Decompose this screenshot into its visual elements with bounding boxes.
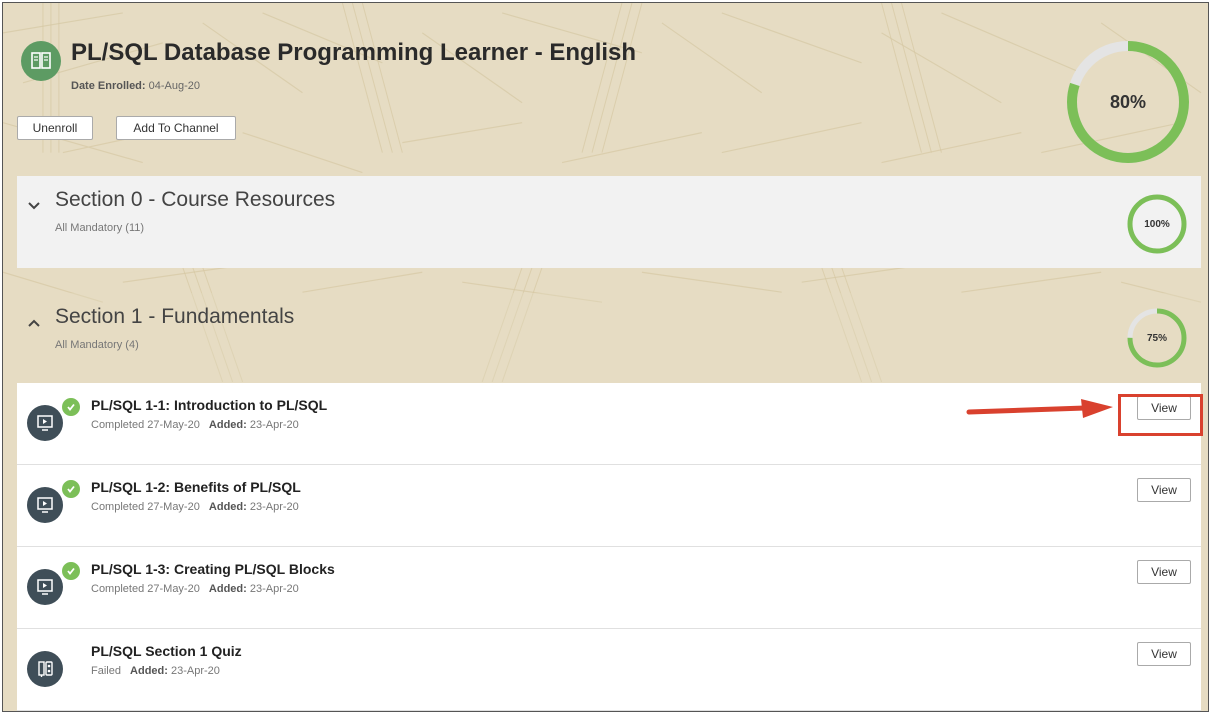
section-0-title: Section 0 - Course Resources [55, 188, 336, 211]
item-added-date: 23-Apr-20 [249, 501, 299, 513]
list-item: PL/SQL Section 1 Quiz Failed Added: 23-A… [17, 629, 1201, 711]
date-enrolled-label: Date Enrolled: [71, 80, 146, 92]
item-added-date: 23-Apr-20 [249, 419, 299, 431]
item-status: Completed 27-May-20 [91, 419, 200, 431]
annotation-arrow [966, 399, 1113, 418]
section-0-progress-label: 100% [1144, 218, 1170, 230]
view-button[interactable]: View [1137, 642, 1191, 666]
list-item: PL/SQL 1-2: Benefits of PL/SQL Completed… [17, 465, 1201, 547]
item-added-label: Added: [208, 583, 247, 595]
annotation-highlight-box [1118, 394, 1203, 436]
item-meta: Completed 27-May-20 Added: 23-Apr-20 [91, 501, 299, 513]
item-added-label: Added: [208, 501, 247, 513]
item-meta: Completed 27-May-20 Added: 23-Apr-20 [91, 419, 299, 431]
list-item: PL/SQL 1-3: Creating PL/SQL Blocks Compl… [17, 547, 1201, 629]
completed-check-icon [61, 561, 81, 581]
completed-check-icon [61, 397, 81, 417]
view-button[interactable]: View [1137, 560, 1191, 584]
item-added-label: Added: [130, 665, 168, 677]
completed-check-icon [61, 479, 81, 499]
course-page: PL/SQL Database Programming Learner - En… [2, 2, 1209, 712]
item-added-date: 23-Apr-20 [249, 583, 299, 595]
course-progress-label: 80% [1109, 91, 1147, 112]
chevron-down-icon[interactable] [27, 198, 41, 214]
item-added-date: 23-Apr-20 [170, 665, 220, 677]
section-1-header[interactable]: Section 1 - Fundamentals All Mandatory (… [17, 293, 1201, 383]
item-title[interactable]: PL/SQL 1-1: Introduction to PL/SQL [91, 397, 327, 413]
item-meta: Completed 27-May-20 Added: 23-Apr-20 [91, 583, 299, 595]
item-title[interactable]: PL/SQL 1-3: Creating PL/SQL Blocks [91, 561, 335, 577]
section-0-subtitle: All Mandatory (11) [55, 222, 145, 234]
item-added-label: Added: [208, 419, 247, 431]
video-monitor-icon [27, 487, 63, 523]
section-1-item-list: PL/SQL 1-1: Introduction to PL/SQL Compl… [17, 383, 1201, 711]
item-meta: Failed Added: 23-Apr-20 [91, 665, 220, 677]
item-status: Completed 27-May-20 [91, 583, 200, 595]
chevron-up-icon[interactable] [27, 315, 41, 331]
item-status: Completed 27-May-20 [91, 501, 200, 513]
video-monitor-icon [27, 405, 63, 441]
date-enrolled-value: 04-Aug-20 [148, 80, 201, 92]
section-1-subtitle: All Mandatory (4) [55, 339, 139, 351]
quiz-icon [27, 651, 63, 687]
course-title: PL/SQL Database Programming Learner - En… [71, 39, 637, 66]
video-monitor-icon [27, 569, 63, 605]
item-title[interactable]: PL/SQL 1-2: Benefits of PL/SQL [91, 479, 301, 495]
book-icon [21, 41, 61, 81]
item-status: Failed [91, 665, 121, 677]
item-title[interactable]: PL/SQL Section 1 Quiz [91, 643, 242, 659]
section-0-header[interactable]: Section 0 - Course Resources All Mandato… [17, 176, 1201, 268]
section-1-progress-label: 75% [1146, 332, 1167, 344]
unenroll-button[interactable]: Unenroll [17, 116, 93, 140]
section-1-title: Section 1 - Fundamentals [55, 305, 295, 328]
add-to-channel-button[interactable]: Add To Channel [116, 116, 236, 140]
view-button[interactable]: View [1137, 478, 1191, 502]
date-enrolled: Date Enrolled: 04-Aug-20 [71, 80, 200, 92]
